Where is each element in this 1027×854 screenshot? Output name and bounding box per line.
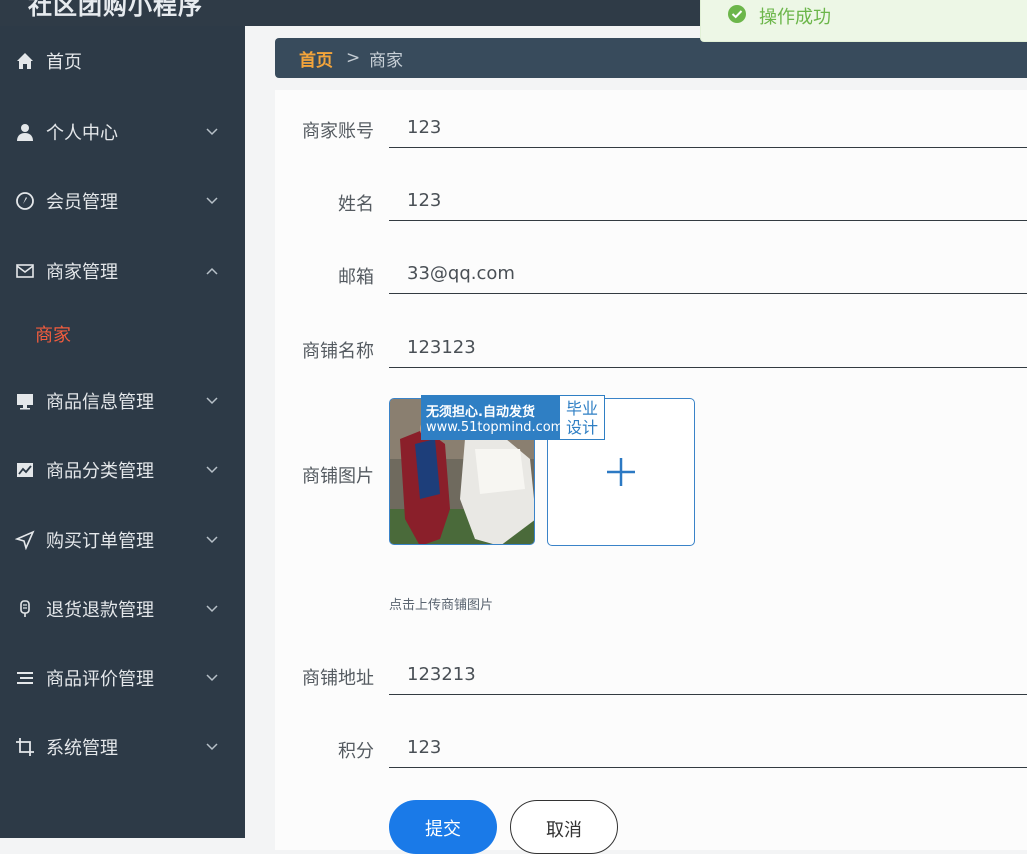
success-toast: 操作成功 — [700, 0, 1027, 42]
email-label: 邮箱 — [338, 267, 374, 288]
sidebar-item-member-management[interactable]: 会员管理 — [0, 181, 245, 221]
send-icon — [14, 529, 36, 551]
sidebar-item-label: 商家管理 — [46, 262, 118, 283]
sidebar-item-returns-refunds[interactable]: 退货退款管理 — [0, 589, 245, 629]
breadcrumb-home-link[interactable]: 首页 — [299, 46, 333, 71]
watermark-line2: www.51topmind.com — [426, 419, 564, 435]
chevron-up-icon — [205, 264, 219, 278]
sidebar-item-label: 购买订单管理 — [46, 531, 154, 552]
sidebar-item-label: 商品评价管理 — [46, 669, 154, 690]
toast-message: 操作成功 — [759, 7, 831, 28]
chevron-down-icon — [205, 394, 219, 408]
email-input[interactable] — [389, 254, 1027, 294]
mic-icon — [14, 598, 36, 620]
watermark-badge: 无须担心.自动发货 www.51topmind.com 毕业 设计 — [421, 395, 605, 440]
person-icon — [14, 121, 36, 143]
upload-hint: 点击上传商铺图片 — [389, 598, 494, 613]
shop-address-label: 商铺地址 — [302, 668, 374, 689]
sidebar-item-product-reviews[interactable]: 商品评价管理 — [0, 658, 245, 698]
chevron-down-icon — [205, 671, 219, 685]
breadcrumb-current: 商家 — [369, 50, 403, 71]
shop-name-input[interactable] — [389, 328, 1027, 368]
sidebar: 首页 个人中心 会员管理 商家管理 商家 商品信息管理 商品分类管理 购买订单管… — [0, 26, 245, 838]
watermark-tag1: 毕业 — [565, 398, 598, 418]
chevron-down-icon — [205, 194, 219, 208]
sidebar-item-label: 系统管理 — [46, 738, 118, 759]
submit-button[interactable]: 提交 — [389, 800, 497, 854]
chart-icon — [14, 459, 36, 481]
sidebar-item-label: 会员管理 — [46, 192, 118, 213]
chevron-down-icon — [205, 125, 219, 139]
home-icon — [14, 50, 36, 72]
chevron-down-icon — [205, 533, 219, 547]
sidebar-item-label: 商品信息管理 — [46, 392, 154, 413]
monitor-icon — [14, 390, 36, 412]
sidebar-item-label: 首页 — [46, 52, 82, 73]
sidebar-item-home[interactable]: 首页 — [0, 41, 245, 81]
compass-icon — [14, 190, 36, 212]
sidebar-item-personal-center[interactable]: 个人中心 — [0, 112, 245, 152]
watermark-tag2: 设计 — [565, 417, 598, 437]
sidebar-item-label: 商品分类管理 — [46, 461, 154, 482]
cancel-button[interactable]: 取消 — [510, 800, 618, 854]
sidebar-subitem-merchant[interactable]: 商家 — [0, 314, 245, 354]
chevron-down-icon — [205, 602, 219, 616]
chevron-down-icon — [205, 463, 219, 477]
sidebar-item-purchase-orders[interactable]: 购买订单管理 — [0, 520, 245, 560]
sidebar-item-product-category[interactable]: 商品分类管理 — [0, 450, 245, 490]
sidebar-item-merchant-management[interactable]: 商家管理 — [0, 251, 245, 291]
check-circle-icon — [727, 4, 747, 28]
sidebar-item-product-info[interactable]: 商品信息管理 — [0, 381, 245, 421]
sidebar-item-system-management[interactable]: 系统管理 — [0, 727, 245, 767]
crop-icon — [14, 736, 36, 758]
shop-address-input[interactable] — [389, 655, 1027, 695]
points-label: 积分 — [338, 741, 374, 762]
merchant-account-label: 商家账号 — [302, 121, 374, 142]
breadcrumb: 首页 > 商家 — [275, 38, 1027, 78]
shop-name-label: 商铺名称 — [302, 341, 374, 362]
sidebar-item-label: 退货退款管理 — [46, 600, 154, 621]
name-input[interactable] — [389, 181, 1027, 221]
list-icon — [14, 667, 36, 689]
app-title: 社区团购小程序 — [28, 0, 203, 20]
breadcrumb-separator: > — [346, 48, 361, 68]
shop-image-label: 商铺图片 — [302, 466, 374, 487]
chevron-down-icon — [205, 740, 219, 754]
sidebar-subitem-label: 商家 — [35, 325, 71, 346]
plus-icon — [607, 458, 635, 486]
sidebar-item-label: 个人中心 — [46, 123, 118, 144]
name-label: 姓名 — [338, 194, 374, 215]
merchant-account-input[interactable] — [389, 108, 1027, 148]
points-input[interactable] — [389, 728, 1027, 768]
mail-icon — [14, 260, 36, 282]
watermark-line1: 无须担心.自动发货 — [426, 404, 535, 420]
